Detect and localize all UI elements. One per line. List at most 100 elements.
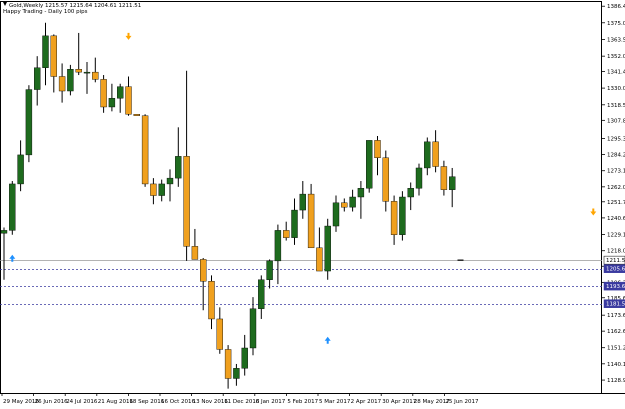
time-tick-label: 11 Dec 2016 <box>224 399 260 405</box>
bull-candle[interactable] <box>258 279 265 309</box>
bull-candle[interactable] <box>108 98 116 108</box>
bull-candle[interactable] <box>266 260 273 280</box>
price-tick-label: 1307.80 <box>607 118 625 124</box>
level-price-label: 1181.50 <box>606 302 625 308</box>
price-tick-label: 1375.00 <box>607 21 625 27</box>
price-tick-label: 1363.50 <box>607 37 625 43</box>
bear-candle[interactable] <box>307 193 315 249</box>
collapse-triangle-icon[interactable] <box>3 2 7 6</box>
bear-candle[interactable] <box>216 318 224 350</box>
bull-candle[interactable] <box>415 167 423 189</box>
bull-candle[interactable] <box>291 209 298 238</box>
bull-candle[interactable] <box>158 183 165 196</box>
buy-arrow-icon <box>324 336 331 344</box>
bull-candle[interactable] <box>166 177 174 185</box>
bull-candle[interactable] <box>424 141 431 169</box>
indicator-label: Happy Trading - Daily 100 pips <box>3 9 88 15</box>
time-tick-label: 24 Jul 2016 <box>66 399 98 405</box>
time-tick-label: 5 Feb 2017 <box>287 399 318 405</box>
bear-candle[interactable] <box>341 202 348 208</box>
bull-candle[interactable] <box>0 230 8 234</box>
chart-window[interactable]: 1386.40 1375.00 1363.50 1352.00 1341.40 1330.… <box>0 0 625 409</box>
price-tick-label: 1295.30 <box>607 136 625 142</box>
bull-candle[interactable] <box>249 308 257 349</box>
bear-candle[interactable] <box>100 79 107 108</box>
price-tick-label: 1218.00 <box>607 249 625 255</box>
bull-candle[interactable] <box>324 225 331 272</box>
price-tick-label: 1341.40 <box>607 70 625 76</box>
price-tick-label: 1128.90 <box>607 378 625 384</box>
price-tick-label: 1318.50 <box>607 103 625 109</box>
time-tick-label: 18 Sep 2016 <box>129 399 164 405</box>
bear-candle[interactable] <box>382 157 389 202</box>
bull-candle[interactable] <box>332 202 340 227</box>
time-tick-label: 16 Oct 2016 <box>161 399 196 405</box>
bear-candle[interactable] <box>141 115 149 185</box>
bear-candle[interactable] <box>390 201 398 235</box>
bear-candle[interactable] <box>199 259 207 282</box>
price-tick-label: 1251.70 <box>607 200 625 206</box>
time-tick-label: 21 Aug 2016 <box>98 399 134 405</box>
time-tick-label: 26 Jun 2016 <box>35 399 69 405</box>
time-tick-label: 5 Mar 2017 <box>319 399 351 405</box>
time-tick-label: 8 Jan 2017 <box>256 399 286 405</box>
sell-arrow-icon <box>590 208 597 216</box>
price-tick-label: 1262.00 <box>607 185 625 191</box>
price-tick-label: 1173.60 <box>607 313 625 319</box>
time-tick-label: 25 Jun 2017 <box>445 399 479 405</box>
price-tick-label: 1330.00 <box>607 86 625 92</box>
bull-candle[interactable] <box>357 188 365 198</box>
bull-candle[interactable] <box>407 188 414 198</box>
bull-candle[interactable] <box>17 154 24 185</box>
bull-candle[interactable] <box>349 196 356 208</box>
bear-candle[interactable] <box>440 166 448 190</box>
bull-candle[interactable] <box>241 347 248 369</box>
bear-candle[interactable] <box>58 76 66 92</box>
bull-candle[interactable] <box>83 71 91 74</box>
bear-candle[interactable] <box>133 114 141 116</box>
price-tick-label: 1140.10 <box>607 362 625 368</box>
time-tick-label: 2 Apr 2017 <box>351 399 382 405</box>
bull-candle[interactable] <box>449 176 456 190</box>
bull-candle[interactable] <box>366 140 373 189</box>
bear-candle[interactable] <box>191 246 199 260</box>
bear-candle[interactable] <box>283 230 290 238</box>
chart-canvas[interactable]: 1386.40 1375.00 1363.50 1352.00 1341.40 1330.… <box>0 0 625 409</box>
price-tick-label: 1386.40 <box>607 4 625 10</box>
price-tick-label: 1162.60 <box>607 329 625 335</box>
price-tick-label: 1352.00 <box>607 54 625 60</box>
current-price-label: 1211.51 <box>606 258 625 264</box>
bull-candle[interactable] <box>399 196 406 235</box>
price-tick-label: 1284.20 <box>607 153 625 159</box>
bull-candle[interactable] <box>274 230 282 262</box>
bear-candle[interactable] <box>224 349 232 379</box>
bull-candle[interactable] <box>116 86 124 99</box>
bull-candle[interactable] <box>233 368 240 379</box>
bear-candle[interactable] <box>432 141 439 167</box>
time-tick-label: 13 Nov 2016 <box>193 399 229 405</box>
bear-candle[interactable] <box>92 71 99 80</box>
bull-candle[interactable] <box>175 156 182 179</box>
price-tick-label: 1151.20 <box>607 346 625 352</box>
bull-candle[interactable] <box>25 89 33 156</box>
bear-candle[interactable] <box>150 183 157 196</box>
bear-candle[interactable] <box>316 247 323 272</box>
price-tick-label: 1229.10 <box>607 233 625 239</box>
time-tick-label: 30 Apr 2017 <box>382 399 417 405</box>
sell-arrow-icon <box>125 32 132 40</box>
bull-candle[interactable] <box>67 69 74 92</box>
bear-candle[interactable] <box>125 86 132 115</box>
bull-candle[interactable] <box>9 183 16 231</box>
bear-candle[interactable] <box>374 140 381 158</box>
bear-candle[interactable] <box>75 69 82 73</box>
bull-candle[interactable] <box>42 35 49 68</box>
price-tick-label: 1273.10 <box>607 169 625 175</box>
level-price-label: 1193.61 <box>606 284 625 290</box>
bull-candle[interactable] <box>34 67 41 90</box>
bear-candle[interactable] <box>208 281 215 320</box>
price-tick-label: 1240.60 <box>607 216 625 222</box>
bull-candle[interactable] <box>299 193 306 211</box>
bear-candle[interactable] <box>183 156 190 247</box>
level-price-label: 1205.62 <box>606 267 625 273</box>
bear-candle[interactable] <box>50 35 57 77</box>
